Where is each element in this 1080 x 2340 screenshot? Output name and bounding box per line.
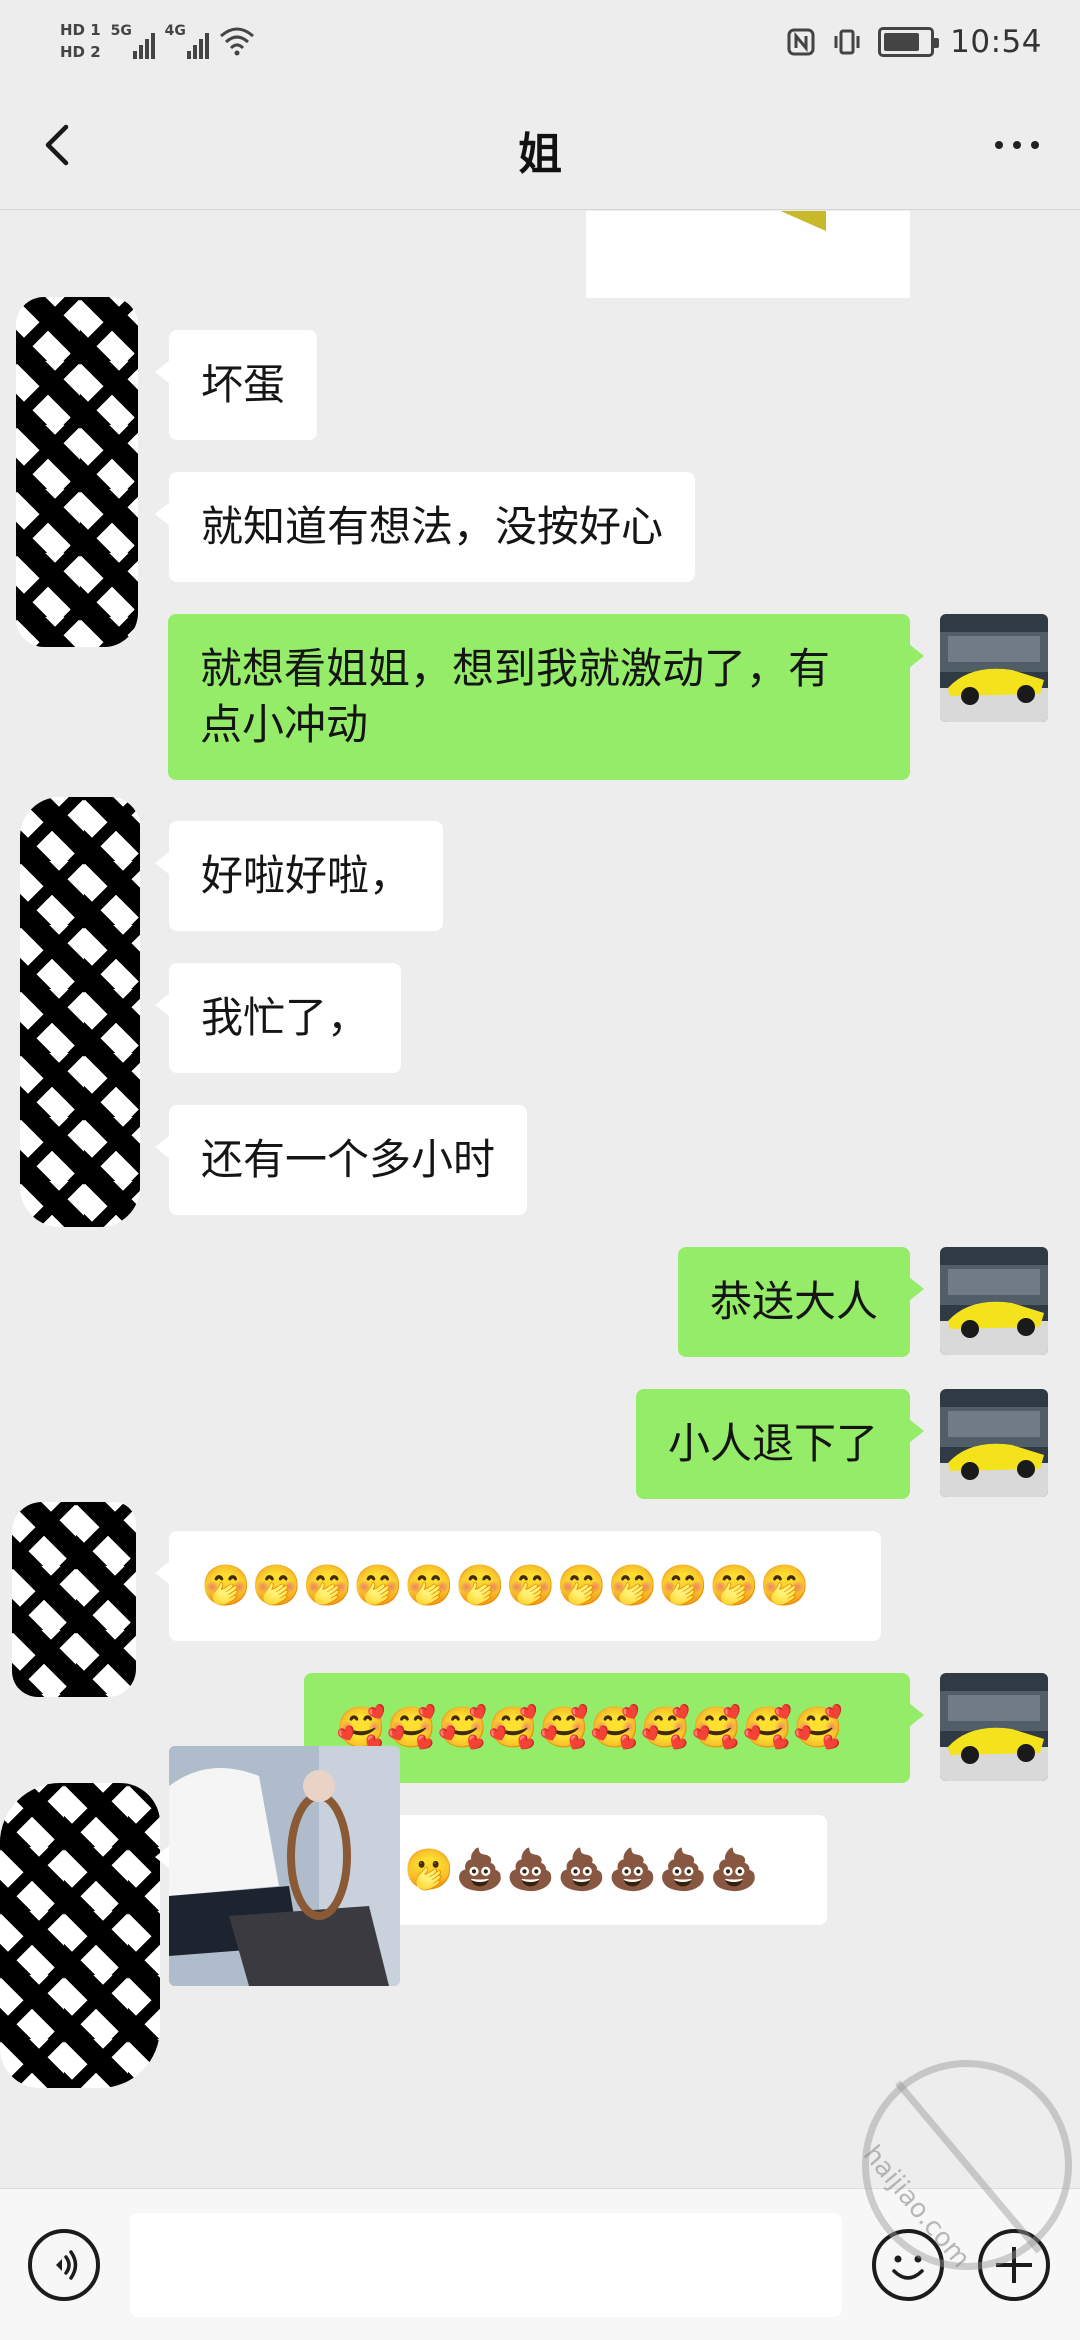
message-bubble-incoming[interactable]: 好啦好啦，: [154, 821, 444, 931]
voice-wave-glyph: [56, 2250, 78, 2280]
car-avatar-icon: [940, 1389, 1048, 1497]
chat-screen: HD 1 HD 2 5G 4G 10:54 姐 坏蛋 就知道有想法，没按好心 就…: [0, 0, 1080, 2340]
message-input[interactable]: [130, 2213, 842, 2317]
battery-icon: [878, 27, 940, 57]
self-avatar[interactable]: [940, 1389, 1048, 1497]
censored-avatar: [12, 1502, 136, 1697]
nav-bar: 姐: [0, 80, 1080, 210]
car-avatar-icon: [940, 1673, 1048, 1781]
voice-icon[interactable]: [28, 2229, 100, 2301]
wifi-icon: [219, 27, 254, 56]
vibrate-icon: [834, 29, 860, 55]
message-bubble-incoming[interactable]: 我忙了，: [154, 963, 402, 1073]
sim-indicators: HD 1 HD 2: [60, 21, 101, 61]
status-right: 10:54: [786, 14, 1042, 70]
message-bubble-incoming[interactable]: 还有一个多小时: [154, 1105, 528, 1215]
message-bubble-incoming[interactable]: 就知道有想法，没按好心: [154, 472, 696, 582]
message-bubble-outgoing[interactable]: 恭送大人: [677, 1247, 925, 1357]
battery-fill: [884, 33, 920, 51]
nfc-icon: [787, 28, 815, 56]
status-bar: HD 1 HD 2 5G 4G 10:54: [0, 0, 1080, 80]
self-avatar[interactable]: [940, 1247, 1048, 1355]
sim1-label: HD 1: [60, 21, 101, 39]
censored-avatar: [16, 297, 138, 647]
message-list[interactable]: 坏蛋 就知道有想法，没按好心 就想看姐姐，想到我就激动了，有 点小冲动 好啦好啦…: [0, 211, 1080, 2188]
message-bubble-incoming[interactable]: 坏蛋: [154, 330, 318, 440]
car-avatar-icon: [940, 1247, 1048, 1355]
self-avatar[interactable]: [940, 614, 1048, 722]
status-left: HD 1 HD 2 5G 4G: [60, 12, 255, 70]
network-5g-label: 5G: [110, 23, 132, 39]
image-message-partial[interactable]: [586, 211, 910, 298]
chat-title: 姐: [518, 129, 562, 180]
censored-avatar: [0, 1783, 160, 2088]
image-fragment: [776, 211, 826, 231]
message-bubble-outgoing[interactable]: 就想看姐姐，想到我就激动了，有 点小冲动: [168, 614, 924, 780]
status-time: 10:54: [950, 24, 1042, 60]
censored-avatar: [20, 797, 140, 1227]
photo-message[interactable]: [169, 1746, 400, 1986]
sim2-label: HD 2: [60, 43, 101, 61]
self-avatar[interactable]: [940, 1673, 1048, 1781]
car-avatar-icon: [940, 614, 1048, 722]
signal-5g-icon: 5G: [111, 23, 155, 59]
message-bubble-incoming[interactable]: 🤭🤭🤭🤭🤭🤭🤭🤭🤭🤭🤭🤭: [155, 1531, 881, 1641]
plus-icon[interactable]: [978, 2229, 1050, 2301]
photo-thumbnail: [169, 1746, 400, 1986]
message-bubble-outgoing[interactable]: 小人退下了: [635, 1389, 925, 1499]
nav-divider: [0, 209, 1080, 210]
more-dots-icon[interactable]: [982, 120, 1052, 170]
network-4g-label: 4G: [164, 23, 186, 39]
signal-4g-icon: 4G: [165, 23, 209, 59]
